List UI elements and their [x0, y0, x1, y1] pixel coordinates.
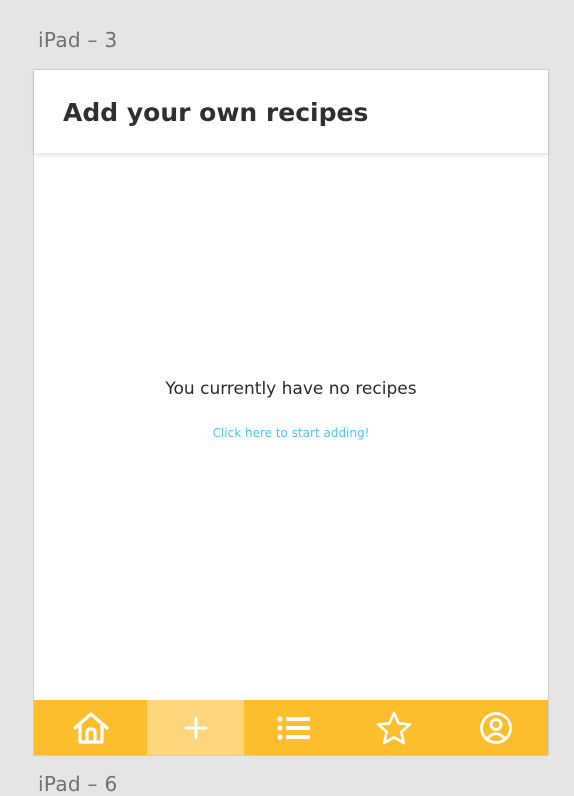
tab-list[interactable] [244, 700, 344, 755]
list-icon [276, 714, 312, 742]
home-icon [71, 710, 111, 746]
page-title: Add your own recipes [63, 98, 369, 127]
artboard-label-ipad-3: iPad – 3 [38, 28, 118, 52]
empty-state: You currently have no recipes Click here… [34, 379, 548, 441]
tab-profile[interactable] [444, 700, 548, 755]
tab-add[interactable] [147, 700, 244, 755]
artboard-label-ipad-6: iPad – 6 [38, 772, 118, 796]
empty-state-message: You currently have no recipes [165, 379, 417, 399]
star-icon [376, 711, 412, 745]
start-adding-link[interactable]: Click here to start adding! [213, 426, 370, 440]
tab-bar [34, 700, 548, 755]
tab-favorites[interactable] [344, 700, 444, 755]
header-bar: Add your own recipes [34, 70, 548, 153]
tab-home[interactable] [34, 700, 147, 755]
ipad-artboard: Add your own recipes You currently have … [33, 69, 549, 756]
plus-icon [183, 715, 209, 741]
user-circle-icon [479, 711, 513, 745]
